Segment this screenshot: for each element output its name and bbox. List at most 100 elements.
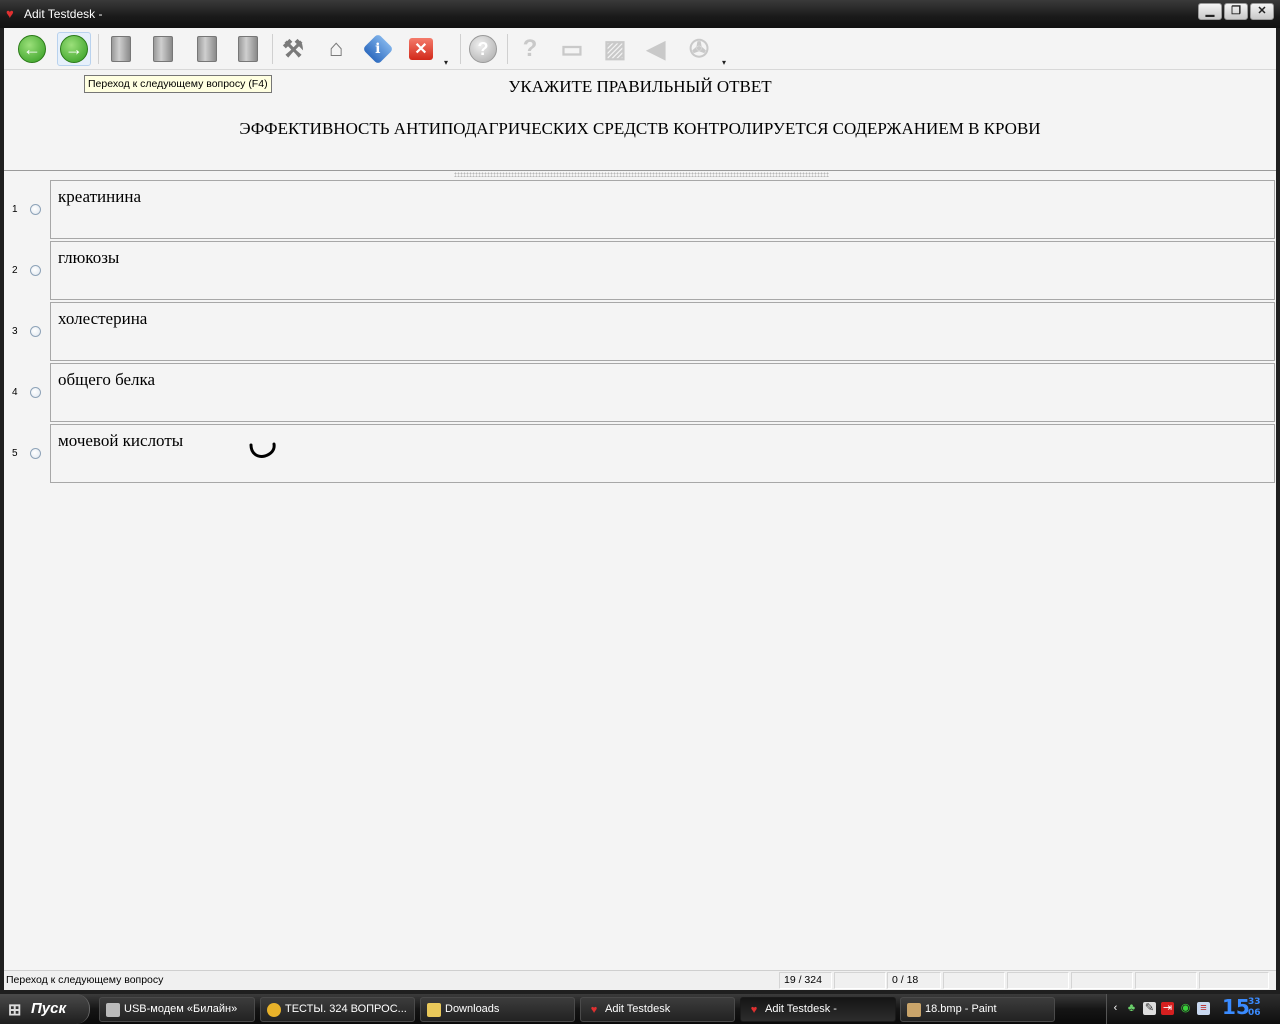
image-button[interactable]: ▨ <box>598 32 632 66</box>
taskbar-item-testdesk[interactable]: ♥ Adit Testdesk <box>580 997 735 1022</box>
question-progress: 19 / 324 <box>779 972 832 989</box>
home-button[interactable]: ⌂ <box>319 32 353 66</box>
close-test-icon: ✕ <box>409 38 433 60</box>
paint-icon <box>907 1003 921 1017</box>
handdrawn-checkmark <box>249 442 276 458</box>
add-book-icon <box>197 36 217 62</box>
network-icon[interactable]: ♣ <box>1125 1002 1138 1015</box>
answer-label: мочевой кислоты <box>58 431 184 450</box>
taskbar-item-chrome[interactable]: ТЕСТЫ. 324 ВОПРОС... <box>260 997 415 1022</box>
answer-radio[interactable] <box>30 265 41 276</box>
next-question-tooltip: Переход к следующему вопросу (F4) <box>84 75 272 93</box>
status-cell-blank <box>1007 972 1069 989</box>
taskbar-item-paint[interactable]: 18.bmp - Paint <box>900 997 1055 1022</box>
settings-button[interactable]: ⚒ <box>276 32 310 66</box>
add-book-button[interactable] <box>190 32 224 66</box>
answer-box[interactable]: глюкозы <box>50 241 1275 300</box>
presentation-icon: ▭ <box>560 35 584 63</box>
close-window-button[interactable]: ✕ <box>1250 3 1274 20</box>
book-icon <box>238 36 258 62</box>
answer-number: 5 <box>12 448 18 459</box>
tray-app-icon[interactable]: ✎ <box>1143 1002 1156 1015</box>
answer-radio[interactable] <box>30 448 41 459</box>
answer-label: холестерина <box>58 309 148 328</box>
taskbar: ⊞ Пуск USB-модем «Билайн» ТЕСТЫ. 324 ВОП… <box>0 994 1280 1024</box>
answer-number: 2 <box>12 265 18 276</box>
answer-label: креатинина <box>58 187 141 206</box>
back-button[interactable]: ← <box>15 32 49 66</box>
title-bar[interactable]: ♥ Adit Testdesk - ▁ ❐ ✕ <box>0 0 1280 28</box>
status-cell-blank <box>834 972 886 989</box>
presentation-button[interactable]: ▭ <box>555 32 589 66</box>
answer-box[interactable]: общего белка <box>50 363 1275 422</box>
video-button[interactable]: ✇ <box>682 32 716 66</box>
toolbar: ← → ⚒ ⌂ i ✕ ▾ ? ? ▭ ▨ ◀ ✇ ▾ <box>4 28 1276 70</box>
tray-green-icon[interactable]: ◉ <box>1179 1002 1192 1015</box>
taskbar-item-testdesk-active[interactable]: ♥ Adit Testdesk - <box>740 997 896 1022</box>
status-cell-blank <box>1071 972 1133 989</box>
status-cell-blank <box>1135 972 1197 989</box>
testdesk-app-icon: ♥ <box>6 6 14 21</box>
answer-box[interactable]: холестерина <box>50 302 1275 361</box>
status-cell-blank <box>1199 972 1269 989</box>
answer-option-3[interactable]: 3 холестерина <box>4 302 1276 361</box>
minimize-button[interactable]: ▁ <box>1198 3 1222 20</box>
prev-book-button[interactable] <box>104 32 138 66</box>
answer-option-5[interactable]: 5 мочевой кислоты <box>4 424 1276 483</box>
answer-box[interactable]: креатинина <box>50 180 1275 239</box>
next-book-button[interactable] <box>146 32 180 66</box>
app-window: ♥ Adit Testdesk - ▁ ❐ ✕ ← → ⚒ ⌂ i ✕ ▾ ? … <box>0 0 1280 994</box>
forward-icon: → <box>60 35 88 63</box>
testdesk-icon: ♥ <box>590 1004 598 1016</box>
answer-number: 1 <box>12 204 18 215</box>
help-button[interactable]: ? <box>466 32 500 66</box>
image-icon: ▨ <box>603 35 627 63</box>
folder-icon <box>427 1003 441 1017</box>
answer-radio[interactable] <box>30 387 41 398</box>
tray-red-icon[interactable]: ⇥ <box>1161 1002 1174 1015</box>
answer-option-2[interactable]: 2 глюкозы <box>4 241 1276 300</box>
window-title: Adit Testdesk - <box>24 7 103 21</box>
tools-icon: ⚒ <box>282 35 304 63</box>
hint-icon: ? <box>522 35 538 62</box>
answer-radio[interactable] <box>30 204 41 215</box>
back-icon: ← <box>18 35 46 63</box>
tray-expand-icon[interactable]: ‹ <box>1109 1002 1122 1015</box>
next-question-button[interactable]: → <box>57 32 91 66</box>
answer-number: 4 <box>12 387 18 398</box>
panel-splitter[interactable] <box>454 172 829 177</box>
book-button[interactable] <box>231 32 265 66</box>
answer-label: глюкозы <box>58 248 120 267</box>
taskbar-item-downloads[interactable]: Downloads <box>420 997 575 1022</box>
language-icon[interactable]: ≡ <box>1197 1002 1210 1015</box>
maximize-button[interactable]: ❐ <box>1224 3 1248 20</box>
windows-flag-icon: ⊞ <box>8 1002 22 1019</box>
sound-icon: ◀ <box>646 35 666 63</box>
next-book-icon <box>153 36 173 62</box>
info-icon: i <box>362 33 394 65</box>
close-test-button[interactable]: ✕ <box>404 32 438 66</box>
help-icon: ? <box>469 35 497 63</box>
answer-number: 3 <box>12 326 18 337</box>
info-button[interactable]: i <box>361 32 395 66</box>
status-bar: Переход к следующему вопросу 19 / 324 0 … <box>4 970 1276 990</box>
close-test-dropdown-arrow[interactable]: ▾ <box>444 58 448 67</box>
client-area: ← → ⚒ ⌂ i ✕ ▾ ? ? ▭ ▨ ◀ ✇ ▾ Переход к сл… <box>4 28 1276 990</box>
chrome-icon <box>267 1003 281 1017</box>
taskbar-item-usb-modem[interactable]: USB-модем «Билайн» <box>99 997 255 1022</box>
answer-option-1[interactable]: 1 креатинина <box>4 180 1276 239</box>
video-dropdown-arrow[interactable]: ▾ <box>722 58 726 67</box>
home-icon: ⌂ <box>328 35 344 62</box>
answer-option-4[interactable]: 4 общего белка <box>4 363 1276 422</box>
answer-box[interactable]: мочевой кислоты <box>50 424 1275 483</box>
answer-label: общего белка <box>58 370 156 389</box>
score-counter: 0 / 18 <box>887 972 941 989</box>
sound-button[interactable]: ◀ <box>639 32 673 66</box>
answer-radio[interactable] <box>30 326 41 337</box>
status-message: Переход к следующему вопросу <box>6 974 164 986</box>
testdesk-icon: ♥ <box>750 1004 758 1016</box>
hint-button[interactable]: ? <box>513 32 547 66</box>
prev-book-icon <box>111 36 131 62</box>
clock[interactable]: 15 33 06 <box>1222 995 1261 1019</box>
start-button[interactable]: ⊞ Пуск <box>0 994 90 1024</box>
